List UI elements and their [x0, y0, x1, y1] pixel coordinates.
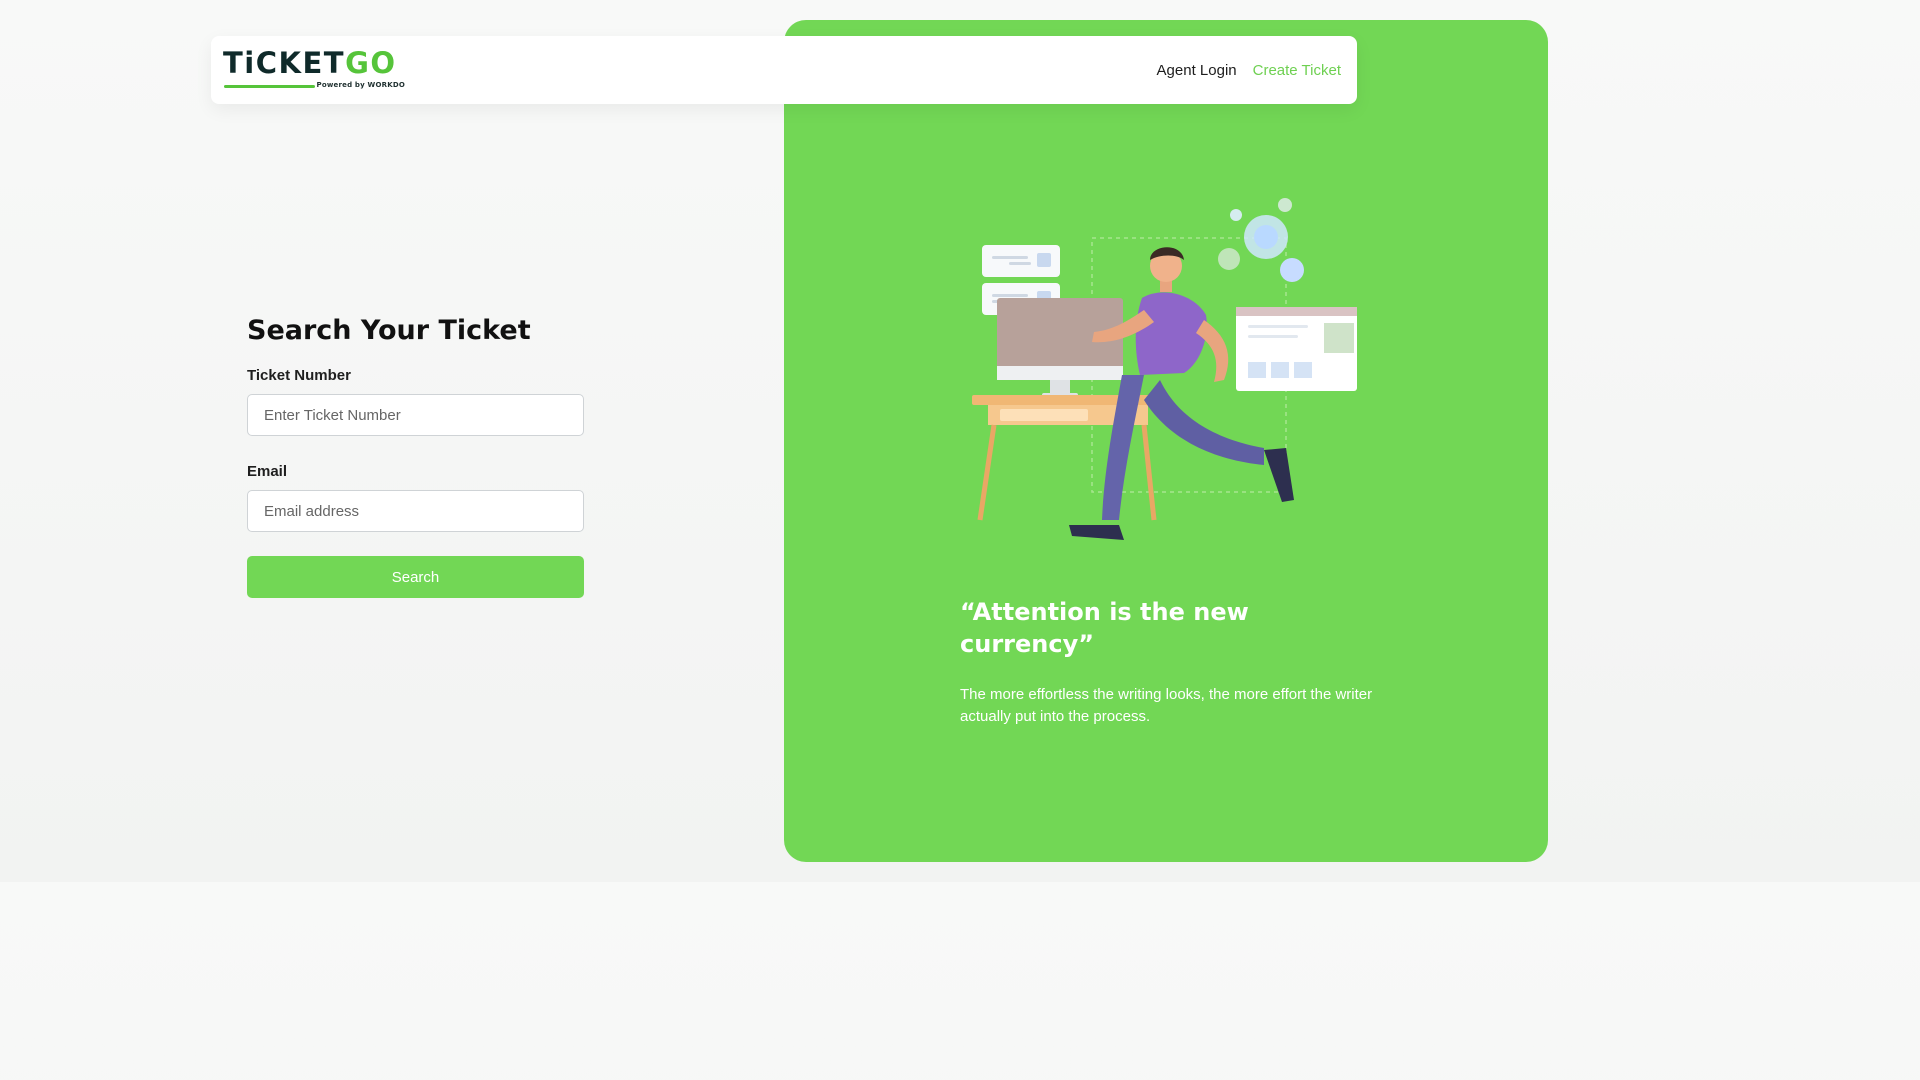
logo-accent-text: GO [345, 46, 397, 80]
quote-block: “Attention is the new currency” The more… [960, 596, 1380, 728]
bubble-small-b [1230, 209, 1242, 221]
running-person [1069, 247, 1294, 540]
create-ticket-link[interactable]: Create Ticket [1253, 62, 1341, 79]
logo-main-text: TiCKET [223, 46, 346, 80]
ticket-number-input[interactable] [247, 394, 584, 436]
search-ticket-form: Search Your Ticket Ticket Number Email S… [247, 312, 584, 598]
search-button[interactable]: Search [247, 556, 584, 598]
form-title: Search Your Ticket [247, 315, 531, 346]
nav-links: Agent Login Create Ticket [1157, 36, 1341, 104]
bubble-small-a [1278, 198, 1292, 212]
email-label: Email [247, 463, 288, 480]
bubble-medium [1218, 248, 1240, 270]
logo-wordmark: TiCKETGO [223, 48, 397, 78]
ticketgo-logo[interactable]: TiCKETGO Powered by WORKDO [223, 48, 407, 92]
bubble-core [1254, 225, 1278, 249]
logo-underline [224, 85, 315, 88]
person-running-at-desk-illustration [972, 198, 1357, 540]
top-navbar: TiCKETGO Powered by WORKDO Agent Login C… [211, 36, 1357, 104]
agent-login-link[interactable]: Agent Login [1157, 62, 1237, 79]
email-input[interactable] [247, 490, 584, 532]
bubble-blue [1280, 258, 1304, 282]
logo-powered-by: Powered by WORKDO [316, 81, 405, 89]
ticket-number-label: Ticket Number [247, 367, 351, 384]
quote-title: “Attention is the new currency” [960, 598, 1249, 658]
quote-body: The more effortless the writing looks, t… [960, 686, 1373, 725]
